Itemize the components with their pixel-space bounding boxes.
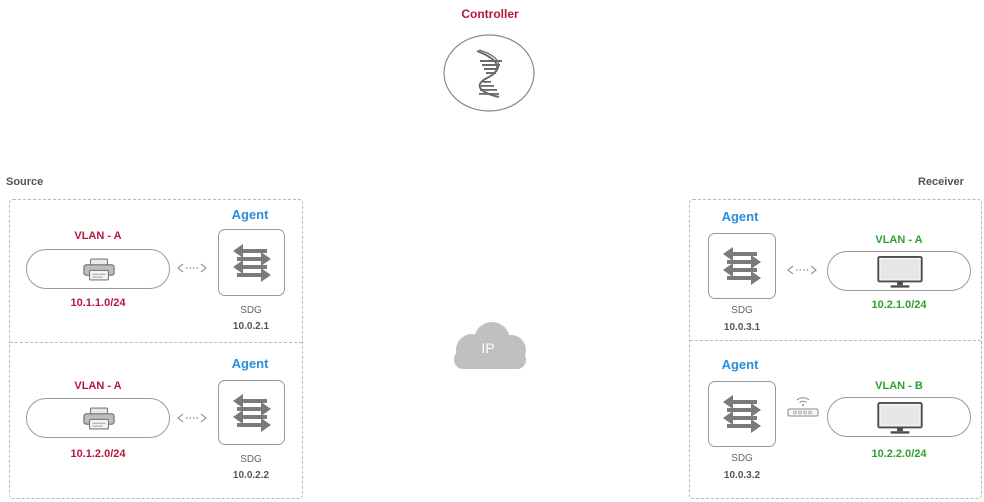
vlan-label: VLAN - A	[74, 380, 122, 392]
subnet-label: 10.1.2.0/24	[70, 448, 126, 460]
switch-icon	[717, 389, 767, 439]
monitor-icon	[876, 401, 924, 435]
vlan-label: VLAN - B	[875, 380, 923, 392]
sdg-switch[interactable]	[218, 380, 285, 445]
device-pill[interactable]	[26, 249, 170, 289]
sdg-ip: 10.0.2.1	[232, 321, 270, 332]
bidirectional-arrow-icon	[786, 264, 818, 276]
agent-label: Agent	[721, 209, 759, 224]
agent-label: Agent	[721, 357, 759, 372]
vlan-label: VLAN - A	[875, 234, 923, 246]
bidirectional-arrow-icon	[176, 262, 208, 274]
source-divider	[10, 342, 302, 343]
printer-icon	[82, 406, 116, 431]
vlan-label: VLAN - A	[74, 230, 122, 242]
switch-icon	[717, 241, 767, 291]
receiver-title: Receiver	[918, 176, 964, 188]
ip-cloud[interactable]: IP	[440, 316, 536, 374]
switch-icon	[227, 388, 277, 438]
sdg-switch[interactable]	[708, 381, 776, 447]
sdg-label: SDG	[240, 454, 262, 465]
subnet-label: 10.2.2.0/24	[871, 448, 927, 460]
sdg-label: SDG	[731, 453, 753, 464]
device-pill[interactable]	[827, 397, 971, 437]
subnet-label: 10.2.1.0/24	[871, 299, 927, 311]
controller-icon	[443, 34, 535, 112]
sdg-ip: 10.0.2.2	[232, 470, 270, 481]
sdg-ip: 10.0.3.2	[723, 470, 761, 481]
controller-label: Controller	[461, 7, 519, 21]
switch-icon	[227, 238, 277, 288]
sdg-label: SDG	[731, 305, 753, 316]
sdg-ip: 10.0.3.1	[723, 322, 761, 333]
cloud-label: IP	[481, 340, 495, 356]
bidirectional-arrow-icon	[176, 412, 208, 424]
printer-icon	[82, 257, 116, 282]
device-pill[interactable]	[26, 398, 170, 438]
sdg-switch[interactable]	[218, 229, 285, 296]
sdg-label: SDG	[240, 305, 262, 316]
wifi-router-icon	[787, 397, 819, 417]
receiver-divider	[690, 340, 981, 341]
sdg-switch[interactable]	[708, 233, 776, 299]
source-title: Source	[6, 176, 44, 188]
device-pill[interactable]	[827, 251, 971, 291]
agent-label: Agent	[231, 356, 269, 371]
agent-label: Agent	[231, 207, 269, 222]
subnet-label: 10.1.1.0/24	[70, 297, 126, 309]
monitor-icon	[876, 255, 924, 289]
controller-node[interactable]	[443, 34, 535, 112]
